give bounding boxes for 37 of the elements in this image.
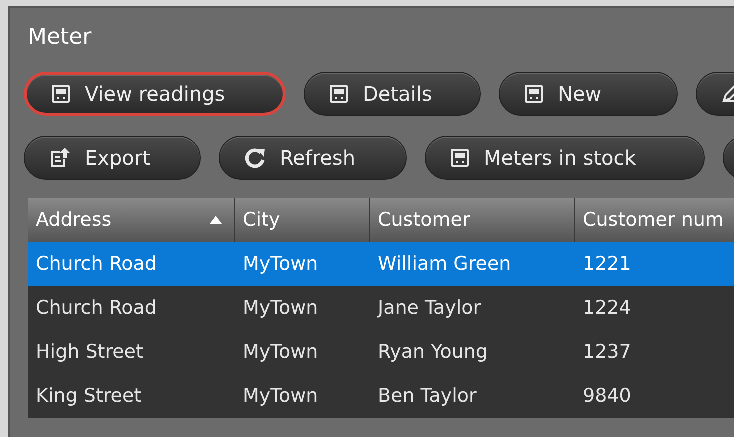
table-cell-text: Jane Taylor: [376, 296, 482, 321]
table-cell-text: 9840: [582, 384, 632, 409]
meter-icon: [329, 84, 349, 104]
toolbar-button[interactable]: Refresh: [219, 136, 407, 180]
table-cell-text: MyTown: [242, 296, 320, 321]
table-cell-text: MyTown: [242, 340, 320, 365]
column-header[interactable]: Customer num: [575, 198, 734, 242]
column-header[interactable]: City: [235, 198, 370, 242]
table-cell-text: MyTown: [242, 384, 320, 409]
toolbar-button[interactable]: Details: [304, 72, 481, 116]
table-cell-text: 1237: [582, 340, 632, 365]
table-cell-text: Church Road: [35, 252, 158, 277]
table-row[interactable]: Church Road MyTown Jane Taylor 1224: [28, 286, 734, 330]
meter-icon: [450, 148, 470, 168]
panel-title: Meter: [28, 24, 92, 52]
table-row[interactable]: High Street MyTown Ryan Young 1237: [28, 330, 734, 374]
table-cell-text: 1221: [582, 252, 632, 277]
toolbar-button[interactable]: View readings: [24, 72, 286, 116]
meter-icon: [51, 84, 71, 104]
meter-icon: [524, 84, 544, 104]
refresh-icon: [244, 147, 266, 169]
table-cell-text: High Street: [35, 340, 144, 365]
table-cell-text: Ben Taylor: [377, 384, 478, 409]
table-cell-text: 1224: [582, 296, 632, 321]
table-row[interactable]: Church Road MyTown William Green 1221: [28, 242, 734, 286]
table-cell-text: William Green: [377, 252, 512, 277]
column-header[interactable]: Customer: [370, 198, 575, 242]
table-cell-text: MyTown: [242, 252, 320, 277]
toolbar-button[interactable]: Export: [24, 136, 201, 180]
table-cell-text: King Street: [35, 384, 143, 409]
table-cell-text: Church Road: [35, 296, 158, 321]
export-icon: [49, 147, 71, 169]
table-row[interactable]: King Street MyTown Ben Taylor 9840: [28, 374, 734, 418]
toolbar-button[interactable]: Meters in stock: [425, 136, 705, 180]
toolbar-button[interactable]: New: [499, 72, 678, 116]
column-header[interactable]: Address: [28, 198, 235, 242]
table-cell-text: Ryan Young: [377, 340, 489, 365]
